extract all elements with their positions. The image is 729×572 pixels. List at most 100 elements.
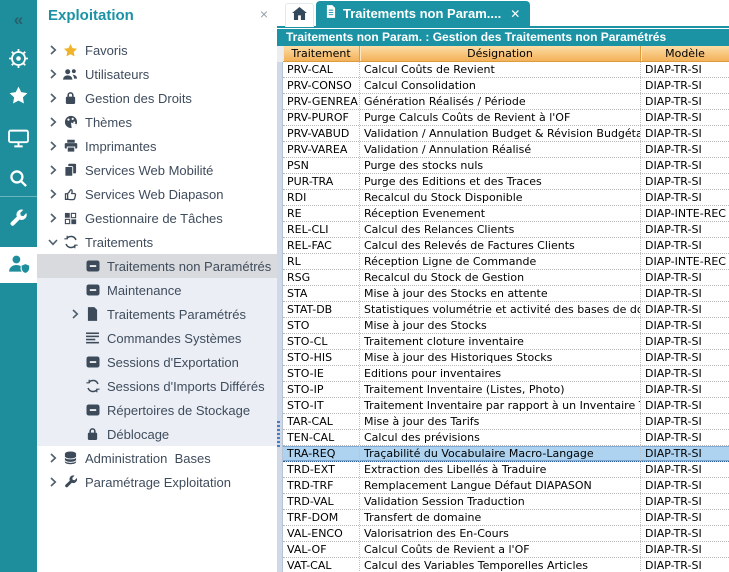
sidebar-item-commandes-syst-mes[interactable]: Commandes Systèmes	[37, 326, 277, 350]
cell-modele: DIAP-TR-SI	[641, 94, 729, 109]
chevron-right-icon[interactable]	[45, 69, 61, 79]
favorites-button[interactable]	[0, 82, 37, 112]
column-header-traitement[interactable]: Traitement	[283, 46, 360, 61]
table-row[interactable]: TRA-REQTraçabilité du Vocabulaire Macro-…	[283, 446, 729, 462]
sidebar-item-imprimantes[interactable]: Imprimantes	[37, 134, 277, 158]
table-row[interactable]: PRV-CONSOCalcul ConsolidationDIAP-TR-SI	[283, 78, 729, 94]
sidebar-item-services-web-diapason[interactable]: Services Web Diapason	[37, 182, 277, 206]
sidebar-item-gestion-des-droits[interactable]: Gestion des Droits	[37, 86, 277, 110]
sidebar-item-favoris[interactable]: Favoris	[37, 38, 277, 62]
chevron-down-icon[interactable]	[45, 238, 61, 246]
sidebar-item-label: Administration Bases	[85, 451, 211, 466]
table-row[interactable]: STAT-DBStatistiques volumétrie et activi…	[283, 302, 729, 318]
table-row[interactable]: PSNPurge des stocks nulsDIAP-TR-SI	[283, 158, 729, 174]
cell-designation: Traitement Inventaire (Listes, Photo)	[360, 382, 641, 397]
cell-traitement: PRV-PUROF	[283, 110, 360, 125]
cell-modele: DIAP-TR-SI	[641, 142, 729, 157]
sidebar-item-r-pertoires-de-stockage[interactable]: Répertoires de Stockage	[37, 398, 277, 422]
table-row[interactable]: TRD-VALValidation Session TraductionDIAP…	[283, 494, 729, 510]
displays-button[interactable]	[0, 125, 37, 155]
chevron-right-icon[interactable]	[45, 453, 61, 463]
sidebar-item-traitements-non-param-tr-s[interactable]: Traitements non Paramétrés	[37, 254, 277, 278]
table-row[interactable]: STO-IPTraitement Inventaire (Listes, Pho…	[283, 382, 729, 398]
cell-designation: Calcul des Variables Temporelles Article…	[360, 558, 641, 572]
tab-home[interactable]	[285, 3, 314, 27]
tools-button[interactable]	[0, 205, 37, 235]
chevron-right-icon[interactable]	[67, 309, 83, 319]
table-row[interactable]: STOMise à jour des StocksDIAP-TR-SI	[283, 318, 729, 334]
card-icon	[83, 260, 102, 272]
table-row[interactable]: PRV-PUROFPurge Calculs Coûts de Revient …	[283, 110, 729, 126]
chevron-double-left-icon: «	[14, 10, 23, 30]
chevron-right-icon[interactable]	[45, 189, 61, 199]
table-row[interactable]: PUR-TRAPurge des Editions et des TracesD…	[283, 174, 729, 190]
table-row[interactable]: TRF-DOMTransfert de domaineDIAP-TR-SI	[283, 510, 729, 526]
column-header-modele[interactable]: Modèle	[641, 46, 729, 61]
cell-traitement: PRV-VAREA	[283, 142, 360, 157]
sidebar-item-label: Utilisateurs	[85, 67, 149, 82]
sidebar-item-utilisateurs[interactable]: Utilisateurs	[37, 62, 277, 86]
table-row[interactable]: RLRéception Ligne de CommandeDIAP-INTE-R…	[283, 254, 729, 270]
chevron-right-icon[interactable]	[45, 117, 61, 127]
table-row[interactable]: VAL-OFCalcul Coûts de Revient a l'OFDIAP…	[283, 542, 729, 558]
chevron-right-icon[interactable]	[45, 477, 61, 487]
sidebar-item-d-blocage[interactable]: Déblocage	[37, 422, 277, 446]
table-row[interactable]: RERéception EvenementDIAP-INTE-REC	[283, 206, 729, 222]
search-button[interactable]	[0, 165, 37, 195]
sidebar-item-param-trage-exploitation[interactable]: Paramétrage Exploitation	[37, 470, 277, 494]
cell-designation: Statistiques volumétrie et activité des …	[360, 302, 641, 317]
chevron-right-icon[interactable]	[45, 141, 61, 151]
sidebar-item-services-web-mobilit[interactable]: Services Web Mobilité	[37, 158, 277, 182]
table-row[interactable]: VAT-CALCalcul des Variables Temporelles …	[283, 558, 729, 572]
tab-close-icon[interactable]: ✕	[510, 7, 520, 21]
collapse-sidebar-button[interactable]: «	[0, 5, 37, 35]
table-row[interactable]: TRD-TRFRemplacement Langue Défaut DIAPAS…	[283, 478, 729, 494]
table-row[interactable]: TEN-CALCalcul des prévisionsDIAP-TR-SI	[283, 430, 729, 446]
star-icon	[61, 43, 80, 58]
chevron-right-icon[interactable]	[45, 213, 61, 223]
sidebar-item-label: Gestion des Droits	[85, 91, 192, 106]
table-row[interactable]: PRV-VAREAValidation / Annulation Réalisé…	[283, 142, 729, 158]
sidebar-close-button[interactable]: ×	[260, 6, 268, 22]
cell-modele: DIAP-TR-SI	[641, 190, 729, 205]
table-row[interactable]: STO-CLTraitement cloture inventaireDIAP-…	[283, 334, 729, 350]
table-row[interactable]: REL-FACCalcul des Relevés de Factures Cl…	[283, 238, 729, 254]
table-row[interactable]: STAMise à jour des Stocks en attenteDIAP…	[283, 286, 729, 302]
table-row[interactable]: PRV-GENREAGénération Réalisés / PériodeD…	[283, 94, 729, 110]
sidebar-item-th-mes[interactable]: Thèmes	[37, 110, 277, 134]
table-row[interactable]: REL-CLICalcul des Relances ClientsDIAP-T…	[283, 222, 729, 238]
tab-active[interactable]: Traitements non Param.... ✕	[316, 1, 530, 26]
table-row[interactable]: STO-ITTraitement Inventaire par rapport …	[283, 398, 729, 414]
navigation-tree: Favoris Utilisateurs Gestion des Droits Thè…	[37, 38, 277, 494]
cell-designation: Purge des stocks nuls	[360, 158, 641, 173]
column-header-designation[interactable]: Désignation	[360, 46, 641, 61]
table-row[interactable]: RSGRecalcul du Stock de GestionDIAP-TR-S…	[283, 270, 729, 286]
table-row[interactable]: STO-HISMise à jour des Historiques Stock…	[283, 350, 729, 366]
sidebar-item-traitements-param-tr-s[interactable]: Traitements Paramétrés	[37, 302, 277, 326]
sidebar-item-administration-bases[interactable]: Administration Bases	[37, 446, 277, 470]
settings-button[interactable]	[0, 45, 37, 75]
cell-modele: DIAP-TR-SI	[641, 110, 729, 125]
sidebar-item-maintenance[interactable]: Maintenance	[37, 278, 277, 302]
table-row[interactable]: VAL-ENCOValorisatrion des En-CoursDIAP-T…	[283, 526, 729, 542]
sidebar-item-gestionnaire-de-t-ches[interactable]: Gestionnaire de Tâches	[37, 206, 277, 230]
chevron-right-icon[interactable]	[45, 165, 61, 175]
table-body: PRV-CALCalcul Coûts de RevientDIAP-TR-SI…	[283, 62, 729, 572]
cell-modele: DIAP-TR-SI	[641, 222, 729, 237]
cell-modele: DIAP-TR-SI	[641, 494, 729, 509]
sidebar-item-label: Favoris	[85, 43, 128, 58]
user-security-button[interactable]	[0, 247, 37, 283]
table-row[interactable]: PRV-CALCalcul Coûts de RevientDIAP-TR-SI	[283, 62, 729, 78]
cell-traitement: PRV-GENREA	[283, 94, 360, 109]
sidebar-item-sessions-d-imports-diff-r-s[interactable]: Sessions d'Imports Différés	[37, 374, 277, 398]
sync-icon	[61, 235, 80, 249]
table-row[interactable]: PRV-VABUDValidation / Annulation Budget …	[283, 126, 729, 142]
chevron-right-icon[interactable]	[45, 45, 61, 55]
table-row[interactable]: STO-IEEditions pour inventairesDIAP-TR-S…	[283, 366, 729, 382]
sidebar-item-traitements[interactable]: Traitements	[37, 230, 277, 254]
sidebar-item-sessions-d-exportation[interactable]: Sessions d'Exportation	[37, 350, 277, 374]
table-row[interactable]: TAR-CALMise à jour des TarifsDIAP-TR-SI	[283, 414, 729, 430]
chevron-right-icon[interactable]	[45, 93, 61, 103]
table-row[interactable]: RDIRecalcul du Stock DisponibleDIAP-TR-S…	[283, 190, 729, 206]
table-row[interactable]: TRD-EXTExtraction des Libellés à Traduir…	[283, 462, 729, 478]
